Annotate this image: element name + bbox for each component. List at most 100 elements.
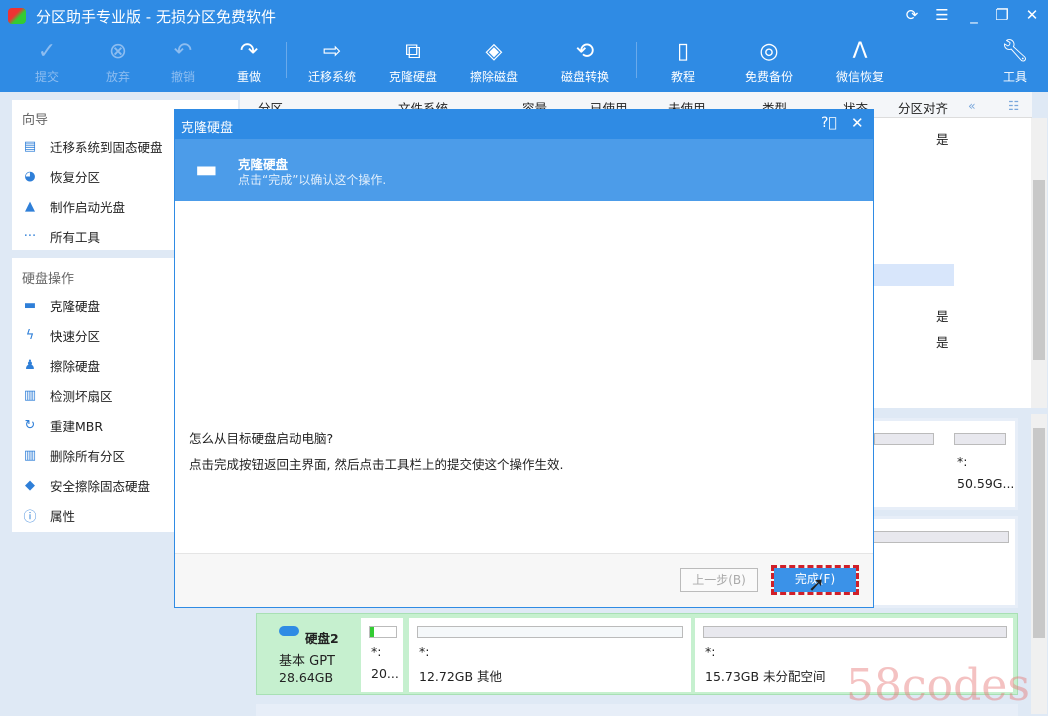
label: 微信恢复 [836, 70, 884, 84]
instruction-text: 点击完成按钮返回主界面, 然后点击工具栏上的提交使这个操作生效. [189, 454, 563, 473]
cell-alignment: 是 [936, 129, 949, 148]
boot-question: 怎么从目标硬盘启动电脑? [189, 428, 333, 447]
label: 所有工具 [50, 227, 100, 246]
label: 撤销 [171, 70, 195, 84]
disc-icon: ▲ [22, 199, 38, 214]
cell-alignment: 是 [936, 332, 949, 351]
cancel-icon: ⊗ [83, 36, 153, 68]
partition-drive: *: [419, 644, 429, 659]
redo-icon: ↷ [214, 36, 284, 68]
sidebar-item-boot-disc[interactable]: ▲制作启动光盘 [22, 195, 125, 217]
sidebar-item-recover-partition[interactable]: ◕恢复分区 [22, 165, 100, 187]
label: 克隆硬盘 [389, 70, 437, 84]
help-icon[interactable]: ?⃝ [821, 115, 837, 131]
collapse-icon[interactable]: « [968, 98, 976, 113]
usage-bar [874, 433, 934, 445]
check-icon: ✓ [12, 36, 82, 68]
disk-icon [279, 626, 299, 636]
usage-bar [417, 626, 683, 638]
submit-button[interactable]: ✓ 提交 [12, 36, 82, 85]
partition-1[interactable]: *: 20... [361, 618, 403, 692]
dialog-title: 克隆硬盘 [181, 121, 233, 136]
tools-button[interactable]: 🔧︎工具 [980, 36, 1048, 85]
app-title: 分区助手专业版 - 无损分区免费软件 [36, 6, 276, 27]
free-backup-button[interactable]: ◎ 免费备份 [734, 36, 804, 85]
backup-icon: ◎ [734, 36, 804, 68]
wipe-disk-icon: ◈ [459, 36, 529, 68]
disk-scroll-thumb[interactable] [1033, 428, 1045, 638]
menu-icon[interactable]: ☰ [930, 6, 954, 24]
partition-2[interactable]: *: 12.72GB 其他 [409, 618, 691, 692]
label: 恢复分区 [50, 167, 100, 186]
sidebar-item-secure-erase[interactable]: ◆ 安全擦除固态硬盘 [22, 474, 150, 496]
partition-drive: *: [371, 644, 381, 659]
dialog-titlebar: 克隆硬盘 ?⃝ ✕ [175, 110, 873, 139]
table-scroll-thumb[interactable] [1033, 180, 1045, 360]
mouse-cursor-icon: ➚ [808, 572, 825, 596]
migrate-os-button[interactable]: ⇨迁移系统 [297, 36, 367, 85]
wrench-icon: 🔧︎ [980, 36, 1048, 68]
sidebar-item-migrate-ssd[interactable]: ▤迁移系统到固态硬盘 [22, 135, 163, 157]
sidebar-item-all-tools[interactable]: ···所有工具 [22, 225, 100, 247]
clone-disk-icon: ▬ [195, 155, 218, 183]
disk-ops-heading: 硬盘操作 [22, 268, 74, 287]
disk-size: 28.64GB [279, 670, 333, 685]
wechat-recovery-icon: Λ [825, 36, 895, 68]
label: 重建MBR [50, 416, 103, 435]
label: 删除所有分区 [50, 446, 125, 465]
partition-info: 15.73GB 未分配空间 [705, 666, 826, 685]
label: 免费备份 [745, 70, 793, 84]
usage-bar [703, 626, 1007, 638]
wizard-heading: 向导 [22, 109, 48, 128]
label: 擦除硬盘 [50, 356, 100, 375]
minimize-button[interactable]: _ [962, 6, 986, 24]
divider [286, 42, 287, 78]
usage-bar [869, 531, 1009, 543]
dialog-close-icon[interactable]: ✕ [851, 114, 864, 132]
undo-icon: ↶ [148, 36, 218, 68]
dialog-header: ▬ 克隆硬盘 点击“完成”以确认这个操作. [175, 139, 873, 201]
broom-icon: ♟ [22, 358, 38, 373]
sidebar-item-rebuild-mbr[interactable]: ↻重建MBR [22, 414, 103, 436]
wechat-recovery-button[interactable]: Λ 微信恢复 [825, 36, 895, 85]
sidebar-item-wipe-disk[interactable]: ♟ 擦除硬盘 [22, 354, 100, 376]
discard-button[interactable]: ⊗ 放弃 [83, 36, 153, 85]
scan-icon: ▥ [22, 388, 38, 403]
col-alignment[interactable]: 分区对齐 [898, 98, 948, 117]
close-button[interactable]: ✕ [1020, 6, 1044, 24]
sidebar-item-quick-partition[interactable]: ϟ快速分区 [22, 324, 100, 346]
view-toggle-icon[interactable]: ☷ [1008, 98, 1019, 113]
sidebar-item-properties[interactable]: ⓘ属性 [22, 504, 75, 526]
label: 重做 [237, 70, 261, 84]
label: 放弃 [106, 70, 130, 84]
label: 磁盘转换 [561, 70, 609, 84]
label: 提交 [35, 70, 59, 84]
undo-button[interactable]: ↶ 撤销 [148, 36, 218, 85]
disk-type: 基本 GPT [279, 650, 335, 669]
restore-button[interactable]: ❐ [990, 6, 1014, 24]
dialog-header-subtitle: 点击“完成”以确认这个操作. [238, 171, 386, 188]
sidebar-item-clone-disk[interactable]: ▬克隆硬盘 [22, 294, 100, 316]
refresh-icon[interactable]: ⟳ [900, 6, 924, 24]
tutorial-button[interactable]: ▯教程 [648, 36, 718, 85]
usage-fill [370, 627, 374, 637]
partition-drive: *: [705, 644, 715, 659]
sidebar-item-delete-all[interactable]: ▥删除所有分区 [22, 444, 125, 466]
label: 安全擦除固态硬盘 [50, 476, 150, 495]
partition-size: 50.59G... [957, 476, 1014, 491]
dialog-footer: 上一步(B) 完成(F) [175, 553, 873, 607]
clone-disk-icon: ▬ [22, 298, 38, 313]
sidebar-item-bad-sector[interactable]: ▥检测坏扇区 [22, 384, 113, 406]
label: 迁移系统 [308, 70, 356, 84]
convert-disk-button[interactable]: ⟲ 磁盘转换 [550, 36, 620, 85]
eraser-icon: ◆ [22, 478, 38, 493]
convert-disk-icon: ⟲ [550, 36, 620, 68]
cell-alignment: 是 [936, 306, 949, 325]
watermark: 58codes [846, 660, 1030, 711]
clone-disk-button[interactable]: ⧉克隆硬盘 [378, 36, 448, 85]
wipe-disk-button[interactable]: ◈擦除磁盘 [459, 36, 529, 85]
lightning-icon: ϟ [22, 328, 38, 343]
usage-bar [369, 626, 397, 638]
redo-button[interactable]: ↷ 重做 [214, 36, 284, 85]
back-button[interactable]: 上一步(B) [680, 568, 758, 592]
